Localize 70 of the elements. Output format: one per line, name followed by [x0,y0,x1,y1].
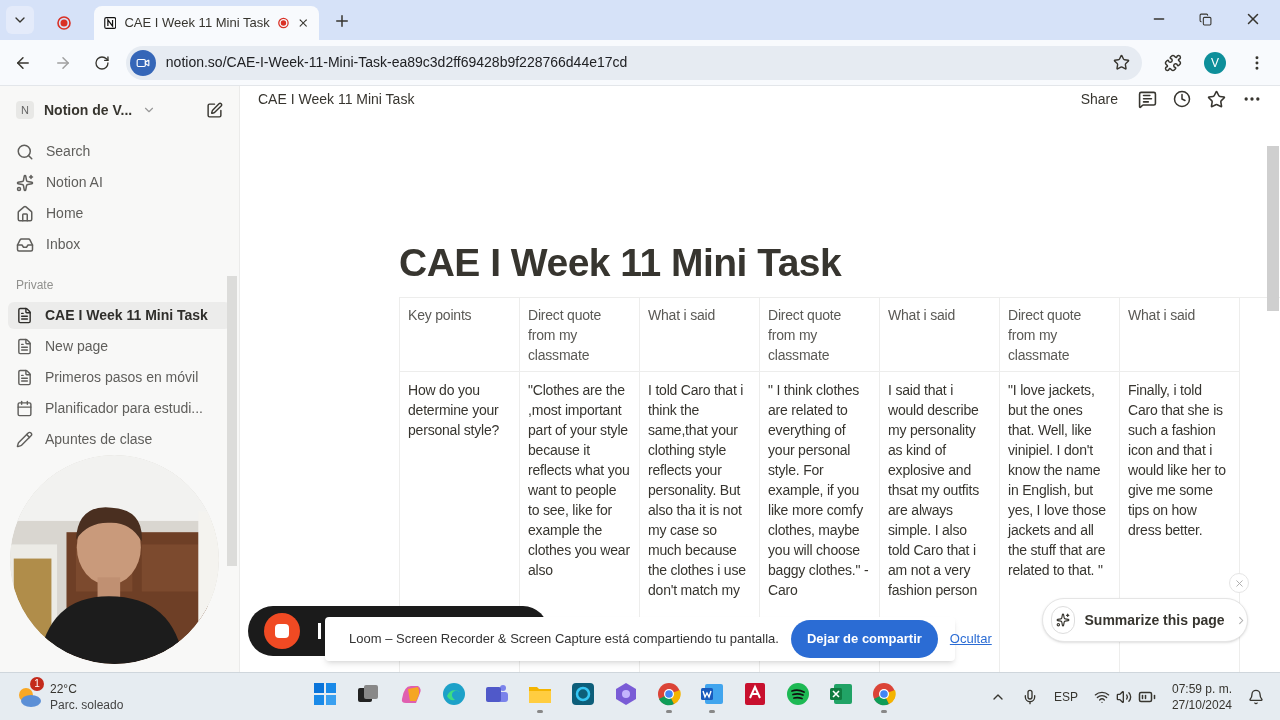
url-text: notion.so/CAE-I-Week-11-Mini-Task-ea89c3d2ff69428b9f228766d44e17cd [165,53,629,72]
share-button[interactable]: Share [1080,88,1118,110]
stop-recording-button[interactable] [264,613,300,649]
notion-logo-icon [104,15,117,31]
comments-icon[interactable] [1138,89,1157,109]
document-icon [16,307,33,324]
camera-indicator-icon[interactable] [129,49,156,76]
sidebar-page[interactable]: Apuntes de clase [8,426,231,453]
document-icon [16,338,33,355]
inbox-icon [16,235,34,254]
sidebar-page[interactable]: New page [8,333,231,360]
close-icon [1233,577,1245,589]
sidebar-item[interactable]: Home [8,198,231,229]
hexagon-app-icon[interactable] [613,680,639,707]
sidebar-page[interactable]: Planificador para estudi... [8,395,231,422]
column-header: What i said [1120,298,1240,372]
edge-icon[interactable] [441,680,467,707]
language-indicator[interactable]: ESP [1053,687,1078,706]
calendar-icon [16,400,33,417]
profile-avatar[interactable]: V [1204,51,1227,74]
breadcrumb[interactable]: CAE I Week 11 Mini Task [258,88,1081,110]
restore-icon[interactable] [1199,12,1212,26]
recording-icon [57,16,71,30]
temperature: 22°C [50,680,78,697]
browser-tab[interactable]: CAE I Week 11 Mini Task [94,6,319,40]
stop-sharing-button[interactable]: Dejar de compartir [790,620,938,658]
column-header: Key points [400,298,520,372]
sidebar-page[interactable]: Primeros pasos en móvil [8,364,231,391]
column-header: Direct quote from my classmate [520,298,640,372]
column-header: Direct quote from my classmate [1000,298,1120,372]
recording-icon [277,16,289,30]
notifications-icon[interactable] [1248,688,1264,705]
bookmark-star-icon[interactable] [1113,54,1131,71]
sidebar-item[interactable]: Search [8,136,231,167]
search-icon [16,142,34,161]
address-bar[interactable]: notion.so/CAE-I-Week-11-Mini-Task-ea89c3d2ff69428b9f228766d44e17cd [125,45,1143,80]
workspace-icon: N [16,101,34,119]
column-header: What i said [880,298,1000,372]
favorite-star-icon[interactable] [1207,89,1226,109]
sidebar-item[interactable]: Notion AI [8,167,231,198]
page-title: CAE I Week 11 Mini Task [399,240,843,286]
chrome-icon[interactable] [656,680,682,707]
clock-time[interactable]: 07:59 p. m. [1171,680,1232,697]
autocad-icon[interactable] [742,680,768,707]
history-icon[interactable] [1173,90,1191,108]
document-icon [16,369,33,386]
chrome-icon[interactable] [871,680,897,707]
sidebar-item[interactable]: Inbox [8,229,231,260]
workspace-name[interactable]: Notion de V... [44,99,133,121]
column-header: Direct quote from my classmate [760,298,880,372]
tab-title: CAE I Week 11 Mini Task [124,14,270,33]
weather-condition: Parc. soleado [50,696,124,713]
column-header: What i said [640,298,760,372]
pencil-icon [16,431,33,448]
summarize-button[interactable]: Summarize this page [1042,598,1248,642]
new-tab-icon[interactable] [333,12,351,30]
notification-badge: 1 [30,676,44,691]
clock-date[interactable]: 27/10/2024 [1171,696,1232,713]
ring-app-icon[interactable] [570,680,596,707]
hide-link[interactable]: Ocultar [949,629,992,649]
spotify-icon[interactable] [785,680,811,707]
sparkle-icon [16,173,34,192]
new-page-icon[interactable] [206,101,223,119]
windows-start-icon[interactable] [312,680,338,707]
section-label: Private [15,277,55,294]
reload-icon[interactable] [93,54,110,71]
extensions-icon[interactable] [1164,53,1183,72]
stop-icon [275,624,289,638]
home-icon [16,204,34,223]
volume-icon[interactable] [1115,688,1132,705]
